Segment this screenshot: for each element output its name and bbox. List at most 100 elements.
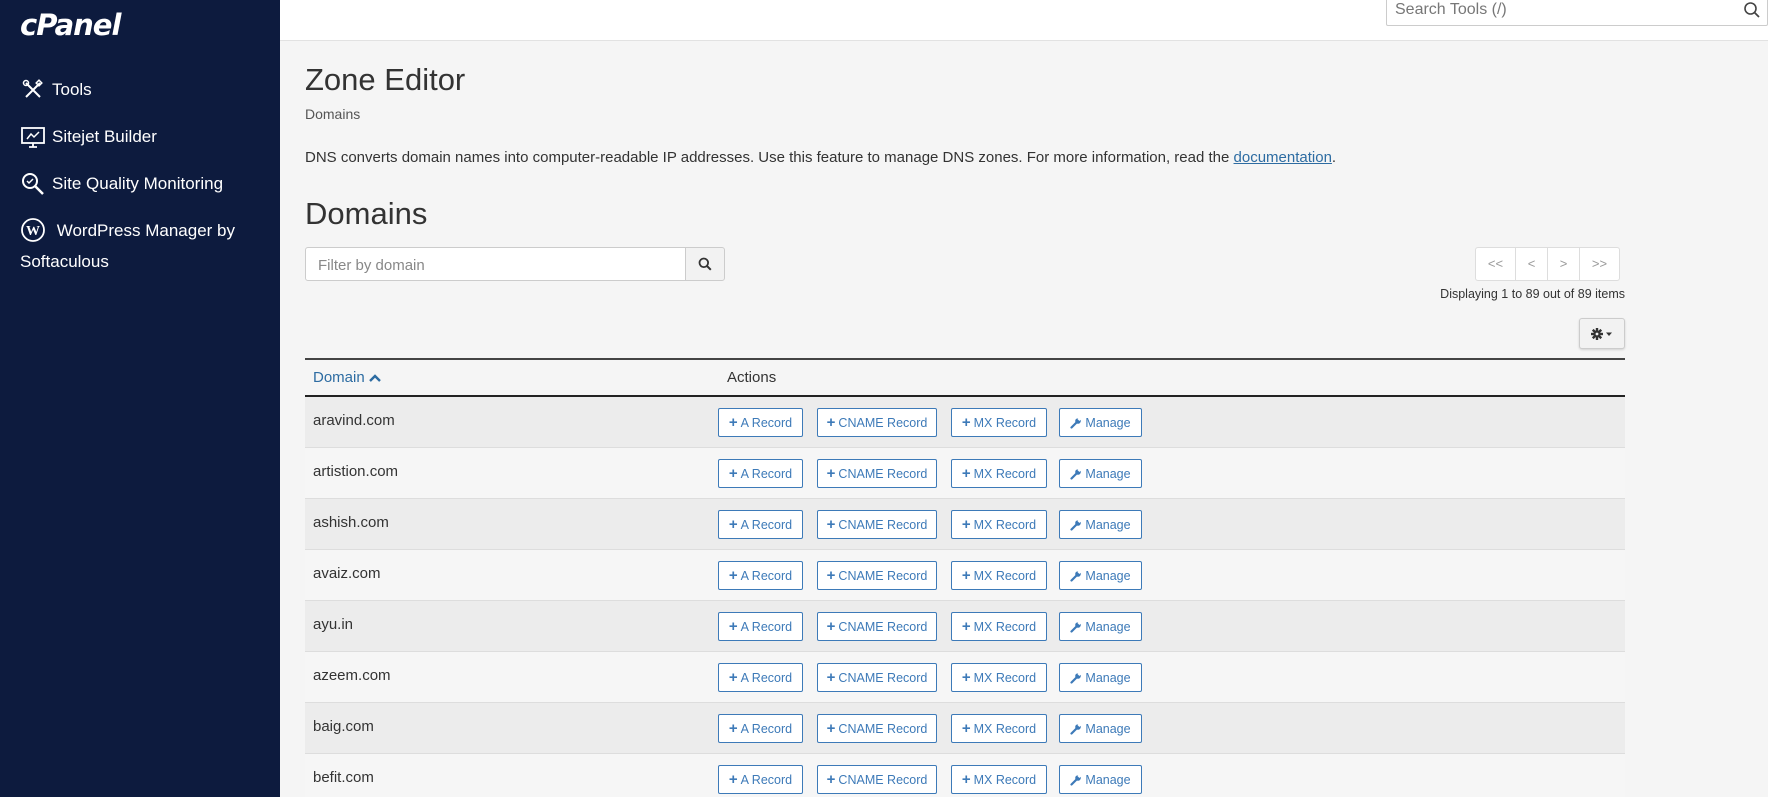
add-a-record-button[interactable]: + A Record bbox=[718, 765, 803, 794]
manage-button[interactable]: Manage bbox=[1059, 663, 1142, 692]
breadcrumb: Domains bbox=[305, 106, 361, 122]
plus-icon: + bbox=[961, 465, 971, 482]
add-mx-record-label: MX Record bbox=[973, 517, 1037, 532]
manage-label: Manage bbox=[1085, 568, 1131, 583]
gear-icon bbox=[1591, 327, 1612, 340]
sidebar-item-sitejet[interactable]: Sitejet Builder bbox=[0, 113, 280, 160]
table-row: artistion.com + A Record + CNAME Record + M… bbox=[305, 448, 1625, 499]
filter-domain-input[interactable] bbox=[318, 255, 678, 275]
column-header-domain[interactable]: Domain bbox=[313, 369, 382, 386]
add-cname-record-button[interactable]: + CNAME Record bbox=[817, 714, 937, 743]
add-cname-record-label: CNAME Record bbox=[838, 568, 928, 583]
plus-icon: + bbox=[826, 771, 836, 788]
manage-button[interactable]: Manage bbox=[1059, 714, 1142, 743]
add-mx-record-label: MX Record bbox=[973, 721, 1037, 736]
add-mx-record-button[interactable]: + MX Record bbox=[951, 663, 1047, 692]
plus-icon: + bbox=[961, 516, 971, 533]
domain-name: baig.com bbox=[313, 718, 374, 735]
manage-button[interactable]: Manage bbox=[1059, 408, 1142, 437]
add-cname-record-button[interactable]: + CNAME Record bbox=[817, 510, 937, 539]
plus-icon: + bbox=[728, 567, 738, 584]
description-end: . bbox=[1331, 149, 1337, 166]
manage-label: Manage bbox=[1085, 721, 1131, 736]
add-mx-record-label: MX Record bbox=[973, 568, 1037, 583]
plus-icon: + bbox=[826, 516, 836, 533]
add-a-record-button[interactable]: + A Record bbox=[718, 714, 803, 743]
plus-icon: + bbox=[826, 414, 836, 431]
pagination-prev-button[interactable]: < bbox=[1516, 248, 1548, 280]
filter-search-button[interactable] bbox=[685, 247, 725, 281]
wordpress-icon: W bbox=[21, 217, 45, 242]
plus-icon: + bbox=[961, 414, 971, 431]
table-row: ashish.com + A Record + CNAME Record + MX R… bbox=[305, 499, 1625, 550]
plus-icon: + bbox=[728, 465, 738, 482]
pagination-next-button[interactable]: > bbox=[1548, 248, 1580, 280]
add-cname-record-button[interactable]: + CNAME Record bbox=[817, 612, 937, 641]
magnifier-icon bbox=[22, 173, 44, 195]
add-mx-record-button[interactable]: + MX Record bbox=[951, 459, 1047, 488]
manage-button[interactable]: Manage bbox=[1059, 561, 1142, 590]
add-cname-record-button[interactable]: + CNAME Record bbox=[817, 561, 937, 590]
manage-button[interactable]: Manage bbox=[1059, 765, 1142, 794]
add-cname-record-button[interactable]: + CNAME Record bbox=[817, 663, 937, 692]
add-mx-record-button[interactable]: + MX Record bbox=[951, 765, 1047, 794]
table-row: befit.com + A Record + CNAME Record + MX Re… bbox=[305, 754, 1625, 797]
add-mx-record-button[interactable]: + MX Record bbox=[951, 510, 1047, 539]
plus-icon: + bbox=[961, 669, 971, 686]
page-description: DNS converts domain names into computer-… bbox=[305, 149, 1336, 166]
search-icon[interactable] bbox=[1743, 1, 1761, 19]
manage-button[interactable]: Manage bbox=[1059, 510, 1142, 539]
manage-label: Manage bbox=[1085, 415, 1131, 430]
add-mx-record-button[interactable]: + MX Record bbox=[951, 408, 1047, 437]
add-mx-record-button[interactable]: + MX Record bbox=[951, 714, 1047, 743]
add-a-record-label: A Record bbox=[740, 721, 793, 736]
column-header-actions: Actions bbox=[727, 369, 777, 386]
monitor-icon bbox=[21, 127, 45, 148]
add-a-record-button[interactable]: + A Record bbox=[718, 663, 803, 692]
add-mx-record-label: MX Record bbox=[973, 772, 1037, 787]
wrench-icon bbox=[1070, 518, 1082, 531]
add-cname-record-button[interactable]: + CNAME Record bbox=[817, 459, 937, 488]
add-cname-record-label: CNAME Record bbox=[838, 517, 928, 532]
cpanel-logo[interactable]: cPanel bbox=[20, 8, 121, 42]
add-cname-record-label: CNAME Record bbox=[838, 619, 928, 634]
add-cname-record-label: CNAME Record bbox=[838, 721, 928, 736]
table-row: azeem.com + A Record + CNAME Record + MX Re… bbox=[305, 652, 1625, 703]
sidebar-item-tools[interactable]: Tools bbox=[0, 66, 280, 113]
add-a-record-button[interactable]: + A Record bbox=[718, 459, 803, 488]
table-row: baig.com + A Record + CNAME Record + MX Rec… bbox=[305, 703, 1625, 754]
add-a-record-button[interactable]: + A Record bbox=[718, 510, 803, 539]
manage-button[interactable]: Manage bbox=[1059, 459, 1142, 488]
sidebar-item-wordpress[interactable]: W WordPress Manager by Softaculous bbox=[0, 207, 280, 285]
domain-name: aravind.com bbox=[313, 412, 395, 429]
manage-label: Manage bbox=[1085, 772, 1131, 787]
plus-icon: + bbox=[826, 618, 836, 635]
add-cname-record-button[interactable]: + CNAME Record bbox=[817, 765, 937, 794]
pagination: << < > >> bbox=[1475, 247, 1620, 281]
table-header: Domain Actions bbox=[305, 360, 1625, 397]
add-cname-record-label: CNAME Record bbox=[838, 415, 928, 430]
add-cname-record-label: CNAME Record bbox=[838, 670, 928, 685]
table-settings-button[interactable] bbox=[1579, 318, 1625, 349]
add-mx-record-button[interactable]: + MX Record bbox=[951, 612, 1047, 641]
add-a-record-label: A Record bbox=[740, 619, 793, 634]
add-a-record-button[interactable]: + A Record bbox=[718, 408, 803, 437]
manage-button[interactable]: Manage bbox=[1059, 612, 1142, 641]
add-cname-record-button[interactable]: + CNAME Record bbox=[817, 408, 937, 437]
top-bar bbox=[280, 0, 1768, 41]
table-row: ayu.in + A Record + CNAME Record + MX Recor… bbox=[305, 601, 1625, 652]
add-cname-record-label: CNAME Record bbox=[838, 772, 928, 787]
pagination-last-button[interactable]: >> bbox=[1580, 248, 1619, 280]
domain-name: befit.com bbox=[313, 769, 374, 786]
manage-label: Manage bbox=[1085, 517, 1131, 532]
sort-ascending-icon bbox=[368, 373, 381, 382]
sidebar-item-site-quality[interactable]: Site Quality Monitoring bbox=[0, 160, 280, 207]
add-mx-record-button[interactable]: + MX Record bbox=[951, 561, 1047, 590]
search-tools-input[interactable] bbox=[1395, 0, 1725, 21]
domain-filter bbox=[305, 247, 725, 281]
documentation-link[interactable]: documentation bbox=[1234, 149, 1332, 166]
pagination-first-button[interactable]: << bbox=[1476, 248, 1516, 280]
section-title: Domains bbox=[305, 196, 428, 231]
add-a-record-button[interactable]: + A Record bbox=[718, 561, 803, 590]
add-a-record-button[interactable]: + A Record bbox=[718, 612, 803, 641]
